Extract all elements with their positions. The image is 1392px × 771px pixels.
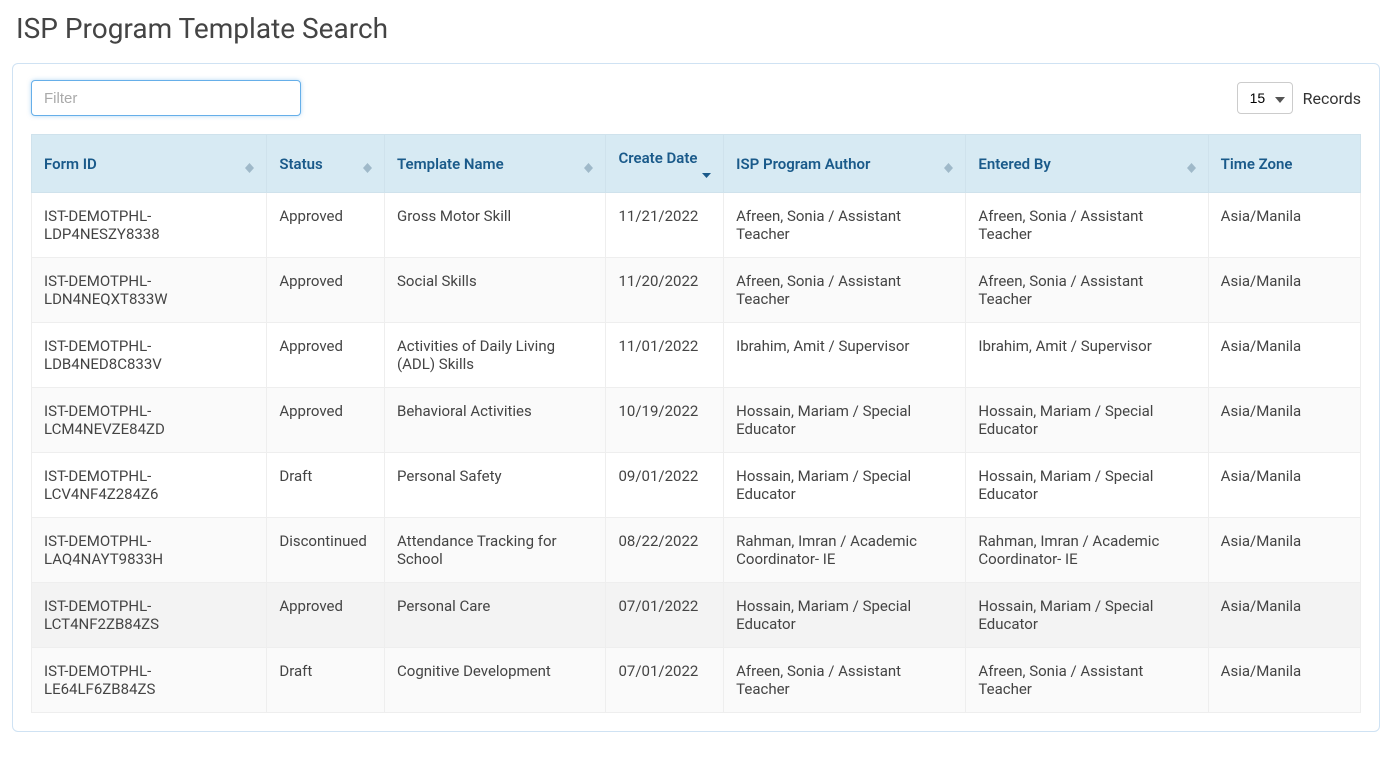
cell-status: Approved: [267, 388, 385, 453]
cell-template-name: Cognitive Development: [385, 648, 606, 713]
cell-create-date: 11/01/2022: [606, 323, 724, 388]
cell-entered-by: Hossain, Mariam / Special Educator: [966, 388, 1208, 453]
cell-template-name: Gross Motor Skill: [385, 193, 606, 258]
table-row[interactable]: IST-DEMOTPHL-LCV4NF4Z284Z6DraftPersonal …: [32, 453, 1361, 518]
table-row[interactable]: IST-DEMOTPHL-LE64LF6ZB84ZSDraftCognitive…: [32, 648, 1361, 713]
cell-time-zone: Asia/Manila: [1208, 323, 1360, 388]
sort-icon: [1187, 163, 1196, 173]
cell-form-id: IST-DEMOTPHL-LCM4NEVZE84ZD: [32, 388, 267, 453]
cell-entered-by: Hossain, Mariam / Special Educator: [966, 583, 1208, 648]
cell-isp-author: Afreen, Sonia / Assistant Teacher: [724, 258, 966, 323]
col-header-create-date[interactable]: Create Date: [606, 135, 724, 193]
cell-isp-author: Hossain, Mariam / Special Educator: [724, 583, 966, 648]
cell-template-name: Activities of Daily Living (ADL) Skills: [385, 323, 606, 388]
cell-entered-by: Hossain, Mariam / Special Educator: [966, 453, 1208, 518]
cell-form-id: IST-DEMOTPHL-LAQ4NAYT9833H: [32, 518, 267, 583]
cell-time-zone: Asia/Manila: [1208, 193, 1360, 258]
cell-time-zone: Asia/Manila: [1208, 453, 1360, 518]
sort-icon: [363, 163, 372, 173]
results-table: Form ID Status: [31, 134, 1361, 713]
col-header-label: Form ID: [44, 155, 97, 173]
col-header-template-name[interactable]: Template Name: [385, 135, 606, 193]
cell-entered-by: Afreen, Sonia / Assistant Teacher: [966, 258, 1208, 323]
cell-create-date: 09/01/2022: [606, 453, 724, 518]
col-header-label: Create Date: [618, 149, 711, 167]
cell-template-name: Social Skills: [385, 258, 606, 323]
toolbar: 15 Records: [31, 80, 1361, 116]
cell-isp-author: Hossain, Mariam / Special Educator: [724, 388, 966, 453]
cell-isp-author: Afreen, Sonia / Assistant Teacher: [724, 648, 966, 713]
cell-form-id: IST-DEMOTPHL-LCT4NF2ZB84ZS: [32, 583, 267, 648]
sort-desc-icon: [702, 173, 711, 178]
col-header-label: Status: [279, 155, 322, 173]
table-row[interactable]: IST-DEMOTPHL-LCM4NEVZE84ZDApprovedBehavi…: [32, 388, 1361, 453]
records-select[interactable]: 15: [1237, 82, 1293, 114]
table-row[interactable]: IST-DEMOTPHL-LDN4NEQXT833WApprovedSocial…: [32, 258, 1361, 323]
cell-status: Approved: [267, 258, 385, 323]
cell-time-zone: Asia/Manila: [1208, 388, 1360, 453]
records-label: Records: [1303, 89, 1361, 108]
sort-icon: [245, 163, 254, 173]
col-header-status[interactable]: Status: [267, 135, 385, 193]
cell-time-zone: Asia/Manila: [1208, 583, 1360, 648]
records-controls: 15 Records: [1237, 82, 1361, 114]
table-row[interactable]: IST-DEMOTPHL-LCT4NF2ZB84ZSApprovedPerson…: [32, 583, 1361, 648]
cell-template-name: Personal Safety: [385, 453, 606, 518]
cell-time-zone: Asia/Manila: [1208, 258, 1360, 323]
cell-create-date: 10/19/2022: [606, 388, 724, 453]
sort-icon: [944, 163, 953, 173]
cell-entered-by: Ibrahim, Amit / Supervisor: [966, 323, 1208, 388]
col-header-isp-author[interactable]: ISP Program Author: [724, 135, 966, 193]
table-row[interactable]: IST-DEMOTPHL-LDB4NED8C833VApprovedActivi…: [32, 323, 1361, 388]
filter-input[interactable]: [31, 80, 301, 116]
cell-entered-by: Afreen, Sonia / Assistant Teacher: [966, 193, 1208, 258]
search-panel: 15 Records Form ID: [12, 63, 1380, 732]
cell-form-id: IST-DEMOTPHL-LDP4NESZY8338: [32, 193, 267, 258]
cell-isp-author: Afreen, Sonia / Assistant Teacher: [724, 193, 966, 258]
cell-status: Discontinued: [267, 518, 385, 583]
cell-isp-author: Ibrahim, Amit / Supervisor: [724, 323, 966, 388]
col-header-label: ISP Program Author: [736, 155, 870, 173]
col-header-time-zone[interactable]: Time Zone: [1208, 135, 1360, 193]
cell-template-name: Personal Care: [385, 583, 606, 648]
cell-form-id: IST-DEMOTPHL-LE64LF6ZB84ZS: [32, 648, 267, 713]
cell-entered-by: Rahman, Imran / Academic Coordinator- IE: [966, 518, 1208, 583]
cell-isp-author: Hossain, Mariam / Special Educator: [724, 453, 966, 518]
col-header-form-id[interactable]: Form ID: [32, 135, 267, 193]
cell-form-id: IST-DEMOTPHL-LDB4NED8C833V: [32, 323, 267, 388]
cell-create-date: 11/20/2022: [606, 258, 724, 323]
cell-entered-by: Afreen, Sonia / Assistant Teacher: [966, 648, 1208, 713]
cell-form-id: IST-DEMOTPHL-LCV4NF4Z284Z6: [32, 453, 267, 518]
cell-status: Approved: [267, 323, 385, 388]
table-row[interactable]: IST-DEMOTPHL-LAQ4NAYT9833HDiscontinuedAt…: [32, 518, 1361, 583]
cell-template-name: Behavioral Activities: [385, 388, 606, 453]
cell-status: Draft: [267, 648, 385, 713]
cell-status: Approved: [267, 583, 385, 648]
col-header-label: Template Name: [397, 155, 504, 173]
page-title: ISP Program Template Search: [16, 12, 1380, 45]
cell-create-date: 07/01/2022: [606, 583, 724, 648]
col-header-label: Time Zone: [1221, 155, 1293, 173]
cell-create-date: 11/21/2022: [606, 193, 724, 258]
cell-create-date: 08/22/2022: [606, 518, 724, 583]
cell-time-zone: Asia/Manila: [1208, 518, 1360, 583]
cell-template-name: Attendance Tracking for School: [385, 518, 606, 583]
sort-icon: [584, 163, 593, 173]
cell-isp-author: Rahman, Imran / Academic Coordinator- IE: [724, 518, 966, 583]
col-header-label: Entered By: [978, 155, 1050, 173]
cell-create-date: 07/01/2022: [606, 648, 724, 713]
col-header-entered-by[interactable]: Entered By: [966, 135, 1208, 193]
cell-form-id: IST-DEMOTPHL-LDN4NEQXT833W: [32, 258, 267, 323]
cell-status: Approved: [267, 193, 385, 258]
table-row[interactable]: IST-DEMOTPHL-LDP4NESZY8338ApprovedGross …: [32, 193, 1361, 258]
cell-status: Draft: [267, 453, 385, 518]
cell-time-zone: Asia/Manila: [1208, 648, 1360, 713]
